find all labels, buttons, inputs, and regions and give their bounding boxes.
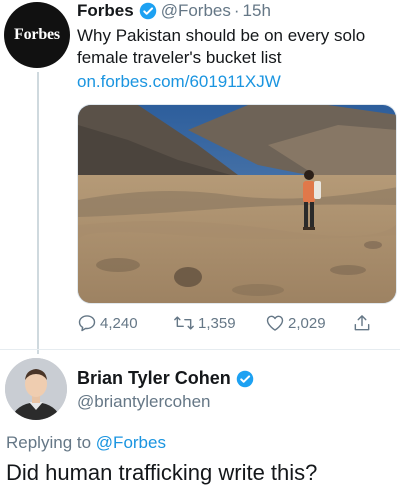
profile-photo (5, 358, 67, 420)
tweet-link[interactable]: on.forbes.com/601911XJW (77, 72, 281, 92)
retweet-button[interactable]: 1,359 (173, 313, 236, 333)
tweet-divider (0, 349, 400, 350)
mountain-valley-photo (78, 105, 396, 303)
original-tweet[interactable]: Forbes Forbes @Forbes · 15h Why Pakistan… (0, 0, 400, 354)
like-button[interactable]: 2,029 (265, 313, 326, 333)
replying-to-line: Replying to @Forbes (6, 433, 166, 453)
reply-icon (78, 315, 96, 332)
forbes-avatar[interactable]: Forbes (4, 2, 70, 68)
thread-connector-line (37, 72, 39, 354)
reply-author-avatar[interactable] (5, 358, 67, 420)
tweet-timestamp[interactable]: 15h (243, 1, 271, 21)
reply-count: 4,240 (100, 314, 138, 332)
reply-author-line: Brian Tyler Cohen (77, 368, 258, 389)
header-separator: · (233, 1, 240, 20)
like-count: 2,029 (288, 314, 326, 332)
verified-badge-icon (236, 370, 254, 388)
tweet-header: Forbes @Forbes · 15h (77, 1, 271, 21)
tweet-media-photo[interactable] (77, 104, 397, 304)
tweet-text: Why Pakistan should be on every solo fem… (77, 26, 366, 67)
verified-badge-icon (139, 2, 157, 20)
forbes-avatar-logo: Forbes (14, 26, 60, 43)
replying-prefix: Replying to (6, 433, 92, 452)
tweet-actions-bar: 4,240 1,359 2,029 (77, 313, 392, 341)
author-handle[interactable]: @Forbes (161, 1, 231, 21)
reply-author-handle[interactable]: @briantylercohen (77, 392, 211, 412)
replying-to-handle[interactable]: @Forbes (96, 433, 166, 452)
share-icon (354, 315, 370, 331)
reply-text: Did human trafficking write this? (6, 460, 318, 485)
retweet-count: 1,359 (198, 314, 236, 332)
heart-icon (266, 315, 284, 331)
reply-author-name[interactable]: Brian Tyler Cohen (77, 368, 231, 389)
share-button[interactable] (352, 313, 375, 333)
author-display-name[interactable]: Forbes (77, 1, 134, 21)
retweet-icon (174, 316, 194, 330)
reply-button[interactable]: 4,240 (77, 313, 138, 333)
